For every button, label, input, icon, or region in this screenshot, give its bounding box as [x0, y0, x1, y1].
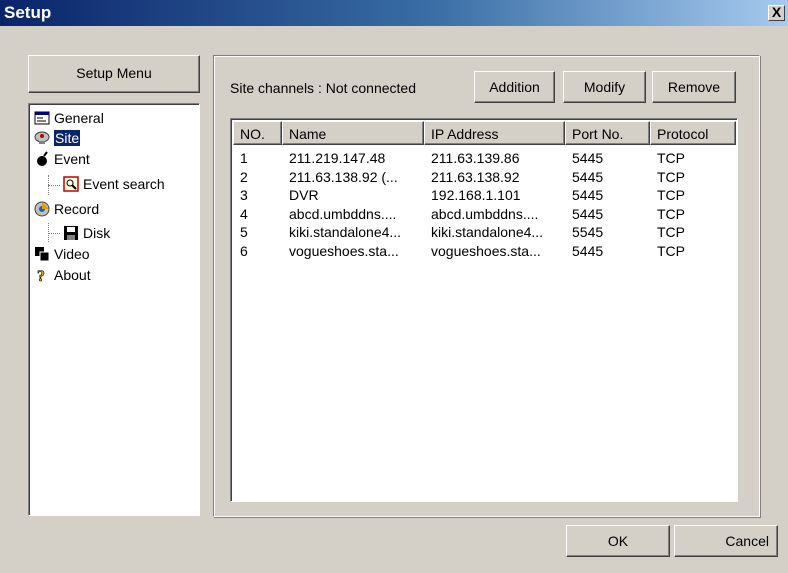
about-icon: ?	[37, 268, 46, 283]
site-list[interactable]: NO. Name IP Address Port No. Protocol 1 2…	[230, 118, 738, 502]
ok-button[interactable]: OK	[566, 525, 670, 557]
close-icon: X	[771, 4, 782, 20]
table-cell: 211.219.147.48	[289, 150, 386, 166]
table-cell: TCP	[657, 224, 685, 240]
table-cell: abcd.umbddns....	[431, 205, 539, 222]
column-header-label: Name	[289, 126, 327, 142]
table-cell: 5445	[572, 168, 604, 185]
table-cell: 192.168.1.101	[431, 187, 521, 203]
table-cell: 5545	[572, 224, 604, 240]
addition-button[interactable]: Addition	[474, 71, 555, 103]
tree-item-label: About	[54, 267, 91, 283]
column-header-label: NO.	[240, 126, 265, 142]
table-cell: 211.63.138.92	[431, 168, 520, 185]
general-icon	[34, 111, 50, 125]
video-icon	[35, 247, 50, 262]
column-header-ip-address[interactable]: IP Address	[424, 121, 565, 145]
tree-item-label: Site	[54, 130, 81, 146]
table-cell: TCP	[657, 187, 685, 203]
disk-icon	[64, 226, 78, 240]
window-title: Setup	[4, 3, 52, 22]
tree-item-label: Disk	[83, 225, 111, 241]
title-bar: Setup X	[0, 0, 788, 26]
svg-text:?: ?	[37, 268, 45, 283]
site-status-text: Site channels : Not connected	[230, 80, 417, 96]
column-header-port-no[interactable]: Port No.	[565, 121, 650, 145]
table-cell: 5	[240, 224, 248, 240]
tree-item-label: Event search	[83, 176, 165, 192]
table-cell: TCP	[657, 150, 685, 166]
tree-item-about[interactable]: ? About	[34, 266, 91, 284]
tree-item-disk[interactable]: Disk	[63, 224, 110, 242]
tree-item-label: General	[54, 110, 104, 126]
column-header-label: IP Address	[431, 126, 499, 142]
ok-button-label: OK	[607, 533, 629, 549]
table-cell: 6	[240, 242, 248, 259]
table-cell: 5445	[572, 150, 604, 166]
tree-connector	[48, 233, 60, 234]
table-cell: vogueshoes.sta...	[289, 242, 399, 259]
site-icon	[34, 131, 50, 144]
setup-menu-label: Setup Menu	[76, 65, 152, 81]
table-cell: TCP	[657, 168, 685, 185]
tree-item-event[interactable]: Event	[34, 150, 90, 168]
column-header-label: Protocol	[657, 126, 709, 142]
setup-tree[interactable]: General Site Event Event search Record D…	[28, 103, 200, 516]
table-cell: 4	[240, 205, 248, 222]
record-icon	[34, 201, 50, 217]
tree-item-site[interactable]: Site	[34, 129, 81, 147]
table-cell: 5445	[572, 187, 604, 203]
close-button[interactable]: X	[768, 5, 785, 21]
table-cell: 3	[240, 187, 248, 203]
event-search-icon	[63, 176, 79, 192]
tree-item-general[interactable]: General	[34, 109, 104, 127]
tree-item-label: Video	[54, 246, 90, 262]
tree-item-video[interactable]: Video	[34, 245, 90, 263]
setup-menu-button[interactable]: Setup Menu	[28, 55, 200, 93]
tree-item-record[interactable]: Record	[34, 200, 99, 218]
tree-item-label: Record	[54, 201, 100, 217]
event-icon	[37, 151, 48, 166]
tree-item-label: Event	[54, 151, 90, 167]
table-cell: 211.63.139.86	[431, 150, 520, 166]
table-cell: 211.63.138.92 (...	[289, 168, 398, 185]
column-header-label: Port No.	[572, 126, 624, 142]
table-cell: 5445	[572, 205, 604, 222]
table-cell: TCP	[657, 242, 685, 259]
remove-button-label: Remove	[667, 79, 721, 95]
addition-button-label: Addition	[489, 79, 540, 95]
cancel-button-label: Cancel	[725, 533, 769, 549]
column-header-protocol[interactable]: Protocol	[650, 121, 736, 145]
table-cell: 1	[240, 150, 248, 166]
tree-item-event-search[interactable]: Event search	[63, 175, 165, 193]
table-cell: kiki.standalone4...	[289, 224, 402, 240]
modify-button-label: Modify	[583, 79, 626, 95]
table-cell: TCP	[657, 205, 685, 222]
modify-button[interactable]: Modify	[563, 71, 646, 103]
column-header-no[interactable]: NO.	[233, 121, 282, 145]
remove-button[interactable]: Remove	[652, 71, 736, 103]
column-header-name[interactable]: Name	[282, 121, 424, 145]
table-cell: vogueshoes.sta...	[431, 242, 541, 259]
table-cell: abcd.umbddns....	[289, 205, 397, 222]
table-cell: 5445	[572, 242, 604, 259]
table-cell: 2	[240, 168, 248, 185]
table-cell: DVR	[289, 187, 319, 203]
table-cell: kiki.standalone4...	[431, 224, 544, 240]
cancel-button[interactable]: Cancel	[674, 525, 778, 557]
tree-connector	[48, 185, 60, 186]
